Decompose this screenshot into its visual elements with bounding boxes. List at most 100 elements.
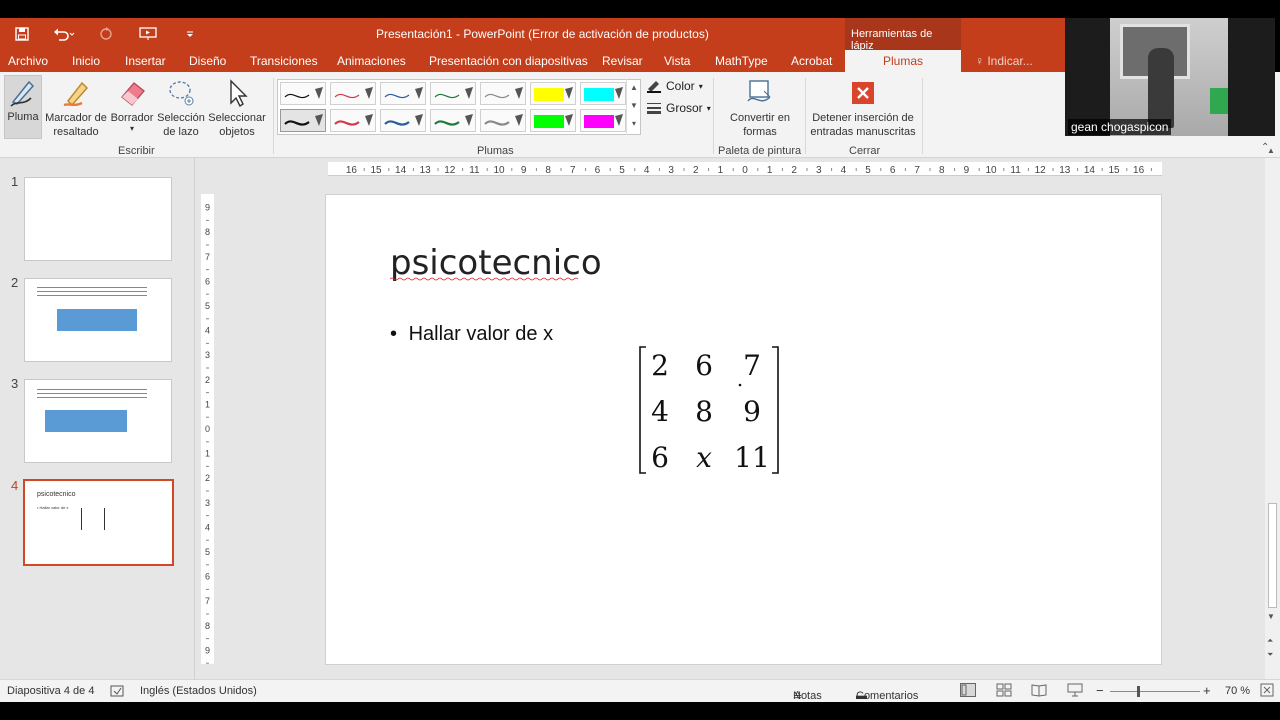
ruler-tick-label: 3 [205, 498, 210, 508]
scroll-up-icon[interactable]: ▲ [627, 79, 641, 97]
ruler-tick-label: 15 [1108, 165, 1120, 176]
slide-bullet[interactable]: • Hallar valor de x [390, 323, 553, 346]
bottom-letterbox [0, 702, 1280, 720]
slide-sorter-icon[interactable] [996, 683, 1012, 700]
ruler-tick-label: 7 [570, 165, 576, 176]
ruler-tick-label: 16 [1133, 165, 1145, 176]
tab-presentacion[interactable]: Presentación con diapositivas [429, 54, 588, 68]
save-icon[interactable] [10, 24, 34, 44]
pen-red-thick[interactable] [330, 109, 376, 132]
tab-archivo[interactable]: Archivo [8, 54, 48, 68]
ruler-tick-label: 14 [1084, 165, 1096, 176]
slide-canvas[interactable]: psicotecnico • Hallar valor de x 2 6 7 4… [325, 194, 1162, 665]
ruler-tick-label: 8 [939, 165, 945, 176]
slide-thumbnail-2[interactable] [24, 278, 172, 362]
pen-button[interactable]: Pluma [4, 75, 42, 139]
vertical-scrollbar[interactable]: ▲ ▼ ⏶ ⏷ [1265, 146, 1280, 679]
normal-view-icon[interactable] [960, 683, 976, 700]
eraser-button[interactable]: Borrador ▾ [108, 77, 156, 133]
pen-gray-thick[interactable] [480, 109, 526, 132]
ruler-tick [206, 441, 209, 443]
scroll-down-icon[interactable]: ▼ [627, 97, 641, 115]
pen-blue-thin[interactable] [380, 82, 426, 105]
thumb-text-lines [37, 389, 147, 398]
fit-to-window-icon[interactable] [1260, 683, 1274, 700]
ruler-tick [206, 392, 209, 394]
divider [922, 78, 923, 154]
previous-slide-icon[interactable]: ⏶ [1267, 636, 1273, 646]
spelling-check-icon[interactable] [110, 685, 124, 700]
window-title: Presentación1 - PowerPoint (Error de act… [376, 27, 709, 41]
present-from-beginning-icon[interactable] [136, 24, 160, 44]
highlighter-button[interactable]: Marcador de resaltado [44, 77, 108, 139]
tab-plumas[interactable]: Plumas [845, 50, 962, 72]
color-dropdown[interactable]: Color ▾ [646, 79, 703, 93]
select-objects-button[interactable]: Seleccionar objetos [206, 77, 268, 139]
slide-thumbnail-1[interactable] [24, 177, 172, 261]
ruler-tick [1150, 168, 1152, 171]
slide-thumbnail-3[interactable] [24, 379, 172, 463]
tab-animaciones[interactable]: Animaciones [337, 54, 406, 68]
highlighter-cyan[interactable] [580, 82, 626, 105]
zoom-level[interactable]: 70 % [1225, 685, 1250, 697]
tab-inicio[interactable]: Inicio [72, 54, 100, 68]
pen-black-thin[interactable] [280, 82, 326, 105]
lasso-select-button[interactable]: Selección de lazo [156, 77, 206, 139]
gallery-more-icon[interactable]: ▾ [627, 115, 641, 133]
ruler-tick [486, 168, 488, 171]
ruler-tick [1101, 168, 1103, 171]
ruler-tick-label: 8 [205, 227, 210, 237]
stop-inking-button[interactable]: Detener inserción de entradas manuscrita… [810, 77, 916, 139]
tab-diseno[interactable]: Diseño [189, 54, 226, 68]
ruler-tick [634, 168, 636, 171]
pen-red-thin[interactable] [330, 82, 376, 105]
convert-to-shapes-button[interactable]: Convertir en formas [728, 77, 792, 139]
eraser-label: Borrador [110, 112, 154, 124]
matrix-equation[interactable]: 2 6 7 4 8 9 6 x 11 [638, 345, 780, 475]
language-indicator[interactable]: Inglés (Estados Unidos) [140, 685, 257, 697]
ruler-tick [855, 168, 857, 171]
highlighter-yellow[interactable] [530, 82, 576, 105]
scroll-up-icon[interactable]: ▲ [1267, 146, 1275, 155]
zoom-in-icon[interactable]: + [1203, 683, 1211, 698]
ruler-tick [206, 539, 209, 541]
customize-qat-icon[interactable] [178, 24, 202, 44]
tab-insertar[interactable]: Insertar [125, 54, 166, 68]
ruler-tick-label: 2 [205, 473, 210, 483]
zoom-slider-handle[interactable] [1137, 686, 1140, 697]
next-slide-icon[interactable]: ⏷ [1267, 650, 1273, 660]
redo-icon[interactable] [94, 24, 118, 44]
tell-me-search[interactable]: ♀︎ Indicar... [975, 54, 1033, 68]
thickness-dropdown[interactable]: Grosor ▾ [646, 101, 711, 115]
highlighter-magenta[interactable] [580, 109, 626, 132]
pen-green-thin[interactable] [430, 82, 476, 105]
ruler-tick [462, 168, 464, 171]
pen-blue-thick[interactable] [380, 109, 426, 132]
tab-transiciones[interactable]: Transiciones [250, 54, 318, 68]
ruler-tick [732, 168, 734, 171]
pens-gallery-scroll: ▲ ▼ ▾ [626, 79, 641, 135]
matrix-cell: 2 [651, 349, 669, 382]
tab-acrobat[interactable]: Acrobat [791, 54, 832, 68]
horizontal-ruler: 16 15 14 13 12 11 10 9 8 7 6 5 4 3 2 1 0 1 2 3 4 5 6 7 8 9 10 11 12 1… [328, 162, 1162, 176]
matrix-cell: 9 [743, 395, 761, 428]
tab-mathtype[interactable]: MathType [715, 54, 768, 68]
highlighter-green[interactable] [530, 109, 576, 132]
reading-view-icon[interactable] [1031, 683, 1047, 700]
title-bar: Presentación1 - PowerPoint (Error de act… [0, 18, 1065, 52]
pen-gray-thin[interactable] [480, 82, 526, 105]
ruler-tick-label: 7 [205, 252, 210, 262]
undo-icon[interactable] [52, 24, 76, 44]
eraser-icon [121, 82, 145, 106]
tab-vista[interactable]: Vista [664, 54, 690, 68]
zoom-slider[interactable] [1110, 691, 1200, 692]
scroll-down-icon[interactable]: ▼ [1267, 612, 1275, 621]
zoom-out-icon[interactable]: − [1096, 683, 1104, 698]
tab-revisar[interactable]: Revisar [602, 54, 643, 68]
ruler-tick-label: 11 [1010, 165, 1021, 176]
pen-black-thick[interactable] [280, 109, 326, 132]
pen-green-thick[interactable] [430, 109, 476, 132]
slideshow-view-icon[interactable] [1067, 683, 1083, 700]
scrollbar-thumb[interactable] [1268, 503, 1277, 608]
slide-thumbnail-4[interactable]: psicotecnico • Hallar valor de x [23, 479, 174, 566]
